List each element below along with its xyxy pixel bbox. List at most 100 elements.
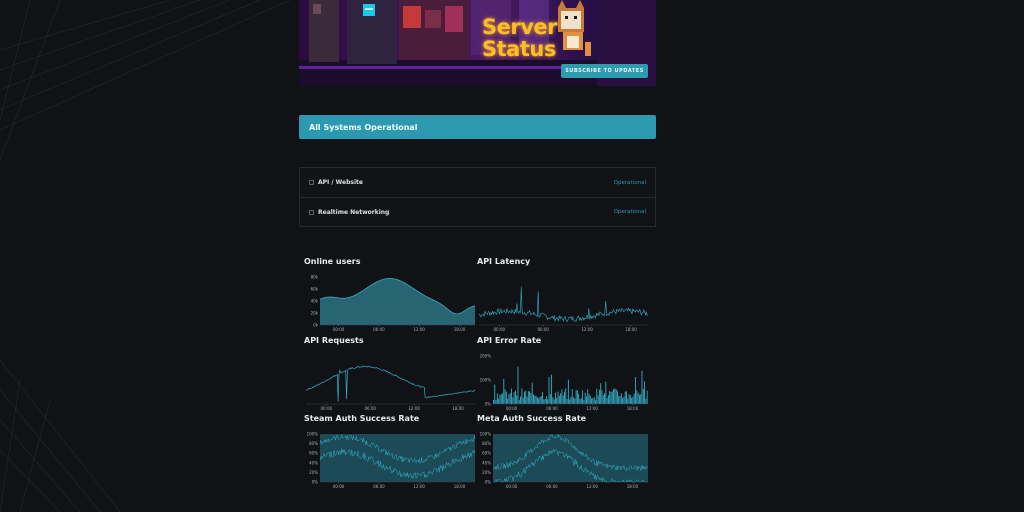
bar	[505, 391, 507, 404]
y-tick-label: 60%	[482, 451, 491, 456]
y-tick-label: 100%	[480, 378, 492, 383]
y-tick-label: 40k	[311, 299, 319, 304]
bar	[628, 394, 630, 404]
bar	[522, 397, 524, 404]
bar	[637, 392, 639, 404]
chart-steam-auth-plot: 0% 20% 40% 60% 80% 100% 00:00 06:00 12:00 18:00	[307, 432, 476, 489]
bar	[645, 398, 647, 404]
bar	[629, 395, 631, 404]
bar	[558, 395, 560, 404]
x-tick-label: 06:00	[373, 484, 385, 489]
x-tick-label: 00:00	[333, 327, 345, 332]
bar	[632, 396, 634, 404]
bar	[539, 396, 541, 404]
bar	[579, 399, 581, 404]
bar	[646, 390, 648, 404]
bar	[560, 393, 562, 404]
y-tick-label: 20%	[309, 470, 318, 475]
bar	[533, 394, 534, 404]
x-tick-label: 06:00	[546, 484, 558, 489]
bar	[547, 399, 549, 404]
header-banner: Server Status SUBSCRIBE TO UPDATES	[299, 0, 656, 86]
bar	[644, 381, 646, 404]
overall-status-text: All Systems Operational	[309, 122, 418, 132]
bar	[610, 391, 612, 404]
bar	[565, 388, 567, 404]
bar	[499, 394, 501, 404]
component-status: Operational	[613, 209, 646, 215]
x-tick-label: 12:00	[586, 406, 598, 411]
chart-api-requests-plot: 00:00 06:00 12:00 18:00	[306, 365, 476, 411]
bar	[606, 397, 608, 404]
bar	[555, 392, 556, 404]
bar	[596, 388, 598, 404]
bar	[529, 391, 531, 404]
chart-online-users-plot: 0k 20k 40k 60k 80k 00:00 06:00 12:00 18:00	[311, 275, 476, 332]
x-tick-label: 06:00	[537, 327, 549, 332]
bar	[604, 393, 605, 404]
line-series	[306, 365, 476, 402]
banner-title-line2: Status	[482, 37, 556, 61]
bar	[517, 366, 519, 404]
component-status: Operational	[613, 179, 646, 186]
bar	[535, 395, 537, 404]
bar	[536, 397, 538, 404]
bar	[524, 391, 525, 404]
x-tick-label: 00:00	[506, 406, 518, 411]
y-tick-label: 40%	[482, 460, 491, 465]
bar	[500, 394, 502, 404]
banner-title-line1: Server	[482, 15, 558, 39]
bar	[583, 400, 585, 404]
bar	[512, 397, 514, 404]
bar	[570, 396, 572, 404]
bar	[556, 397, 558, 404]
bar	[516, 395, 518, 404]
bar	[633, 393, 635, 404]
bar	[531, 382, 533, 404]
bar	[518, 400, 520, 404]
subscribe-button[interactable]: SUBSCRIBE TO UPDATES	[561, 64, 648, 78]
bar	[614, 388, 616, 404]
bar	[545, 396, 547, 404]
bar	[618, 396, 620, 404]
bar	[605, 381, 607, 404]
component-row-api-website: API / Website Operational	[300, 168, 655, 197]
bar	[576, 390, 578, 404]
bar	[607, 395, 609, 404]
bar	[496, 393, 498, 404]
bar	[557, 391, 559, 404]
bar	[620, 393, 622, 404]
component-name: API / Website	[318, 179, 363, 186]
y-tick-label: 0%	[485, 480, 492, 485]
bar	[593, 396, 595, 404]
bar	[571, 389, 573, 404]
bar	[567, 379, 569, 404]
bar	[561, 389, 563, 404]
x-tick-label: 18:00	[627, 406, 639, 411]
y-tick-label: 100%	[307, 432, 319, 437]
bar	[642, 388, 644, 404]
bar	[502, 393, 503, 404]
x-tick-label: 06:00	[373, 327, 385, 332]
bar	[626, 391, 627, 404]
y-tick-label: 80k	[311, 275, 319, 280]
bar	[549, 394, 551, 404]
bar	[542, 391, 543, 404]
bar	[575, 390, 577, 404]
bar	[589, 395, 591, 404]
x-tick-label: 18:00	[627, 484, 639, 489]
bar	[597, 395, 599, 404]
bar	[592, 398, 594, 404]
y-tick-label: 40%	[309, 460, 318, 465]
bar	[552, 397, 554, 404]
x-tick-label: 18:00	[625, 327, 637, 332]
bar	[553, 399, 555, 404]
chart-title: Meta Auth Success Rate	[477, 414, 587, 423]
x-tick-label: 12:00	[586, 484, 598, 489]
x-tick-label: 06:00	[364, 406, 376, 411]
banner-title: Server Status	[482, 16, 592, 60]
bar	[584, 392, 586, 404]
x-tick-label: 06:00	[546, 406, 558, 411]
bar	[509, 393, 511, 404]
chart-api-latency-plot: 00:00 06:00 12:00 18:00	[478, 286, 649, 332]
